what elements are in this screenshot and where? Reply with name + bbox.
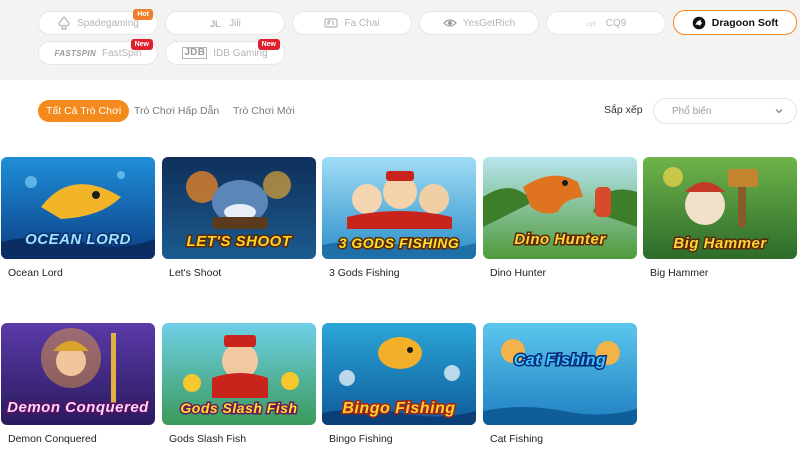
game-name: 3 Gods Fishing bbox=[329, 267, 400, 279]
sort-select[interactable]: Phổ biến bbox=[653, 98, 797, 124]
provider-yesgetrich[interactable]: YesGetRich bbox=[419, 11, 539, 35]
game-art-title: Gods Slash Fish bbox=[179, 400, 299, 417]
game-art-title: Demon Conquered bbox=[6, 399, 150, 417]
game-card-lets-shoot[interactable]: LET'S SHOOT Let's Shoot bbox=[162, 157, 316, 279]
game-art-title: Cat Fishing bbox=[512, 351, 607, 370]
game-name: Ocean Lord bbox=[8, 267, 63, 279]
provider-fachai[interactable]: Fa Chai bbox=[292, 11, 412, 35]
game-name: Demon Conquered bbox=[8, 433, 97, 445]
game-name: Big Hammer bbox=[650, 267, 709, 279]
provider-label: CQ9 bbox=[605, 17, 627, 29]
game-thumbnail: Bingo Fishing bbox=[322, 323, 476, 425]
game-art-title: OCEAN LORD bbox=[24, 231, 132, 249]
svg-text:JL: JL bbox=[210, 19, 221, 29]
game-card-gods-slash-fish[interactable]: Gods Slash Fish Gods Slash Fish bbox=[162, 323, 316, 445]
provider-jili[interactable]: JL Jili bbox=[165, 11, 285, 35]
eye-logo-icon bbox=[442, 16, 457, 30]
provider-fastspin[interactable]: FASTSPIN FastSpin New bbox=[38, 39, 158, 65]
provider-label: Dragoon Soft bbox=[711, 16, 779, 29]
provider-label: YesGetRich bbox=[462, 17, 516, 29]
game-card-3-gods-fishing[interactable]: 3 GODS FISHING 3 Gods Fishing bbox=[322, 157, 476, 279]
game-card-ocean-lord[interactable]: OCEAN LORD Ocean Lord bbox=[1, 157, 155, 279]
game-name: Cat Fishing bbox=[490, 433, 544, 445]
provider-spadegaming[interactable]: Spadegaming Hot bbox=[38, 9, 158, 35]
game-card-big-hammer[interactable]: Big Hammer Big Hammer bbox=[643, 157, 797, 279]
tab-all-games[interactable]: Tất Cả Trò Chơi bbox=[38, 100, 130, 122]
game-thumbnail: LET'S SHOOT bbox=[162, 157, 316, 259]
provider-cq9[interactable]: cq9 CQ9 bbox=[546, 11, 666, 35]
svg-text:cq9: cq9 bbox=[586, 22, 596, 28]
tab-new-games[interactable]: Trò Chơi Mới bbox=[233, 100, 295, 122]
game-thumbnail: Big Hammer bbox=[643, 157, 797, 259]
game-thumbnail: OCEAN LORD bbox=[1, 157, 155, 259]
chevron-down-icon bbox=[775, 109, 783, 114]
game-thumbnail: Dino Hunter bbox=[483, 157, 637, 259]
game-thumbnail: Demon Conquered bbox=[1, 323, 155, 425]
provider-idb-gaming[interactable]: JDB IDB Gaming New bbox=[165, 39, 285, 65]
sort-value: Phổ biến bbox=[672, 105, 712, 117]
provider-label: Spadegaming bbox=[77, 17, 139, 29]
jdb-logo-icon: JDB bbox=[182, 47, 208, 59]
spade-icon bbox=[57, 16, 71, 30]
game-art-title: Dino Hunter bbox=[513, 231, 607, 249]
tab-hot-games[interactable]: Trò Chơi Hấp Dẫn bbox=[134, 100, 219, 122]
game-art-title: Bingo Fishing bbox=[341, 399, 457, 418]
game-thumbnail: Gods Slash Fish bbox=[162, 323, 316, 425]
game-card-demon-conquered[interactable]: Demon Conquered Demon Conquered bbox=[1, 323, 155, 445]
cq9-logo-icon: cq9 bbox=[586, 16, 600, 30]
game-thumbnail: Cat Fishing bbox=[483, 323, 637, 425]
new-badge: New bbox=[257, 39, 280, 50]
hot-badge: Hot bbox=[133, 9, 153, 20]
provider-dragoon-soft[interactable]: Dragoon Soft bbox=[673, 10, 797, 35]
game-name: Let's Shoot bbox=[169, 267, 222, 279]
game-card-cat-fishing[interactable]: Cat Fishing Cat Fishing bbox=[483, 323, 637, 445]
game-name: Bingo Fishing bbox=[329, 433, 393, 445]
game-card-bingo-fishing[interactable]: Bingo Fishing Bingo Fishing bbox=[322, 323, 476, 445]
game-art-title: Big Hammer bbox=[672, 235, 768, 253]
game-thumbnail: 3 GODS FISHING bbox=[322, 157, 476, 259]
new-badge: New bbox=[130, 39, 153, 50]
sort-label: Sắp xếp bbox=[604, 104, 643, 116]
provider-bar: Spadegaming Hot JL Jili Fa Chai YesGetRi… bbox=[0, 0, 800, 80]
game-card-dino-hunter[interactable]: Dino Hunter Dino Hunter bbox=[483, 157, 637, 279]
provider-label: Jili bbox=[229, 17, 241, 29]
jili-logo-icon: JL bbox=[209, 16, 223, 30]
game-art-title: LET'S SHOOT bbox=[185, 233, 292, 251]
game-name: Gods Slash Fish bbox=[169, 433, 247, 445]
game-name: Dino Hunter bbox=[490, 267, 547, 279]
fachai-logo-icon bbox=[324, 16, 339, 30]
fastspin-logo-icon: FASTSPIN bbox=[54, 48, 97, 58]
game-art-title: 3 GODS FISHING bbox=[337, 235, 460, 252]
dragon-logo-icon bbox=[692, 16, 706, 30]
provider-label: Fa Chai bbox=[344, 17, 380, 29]
